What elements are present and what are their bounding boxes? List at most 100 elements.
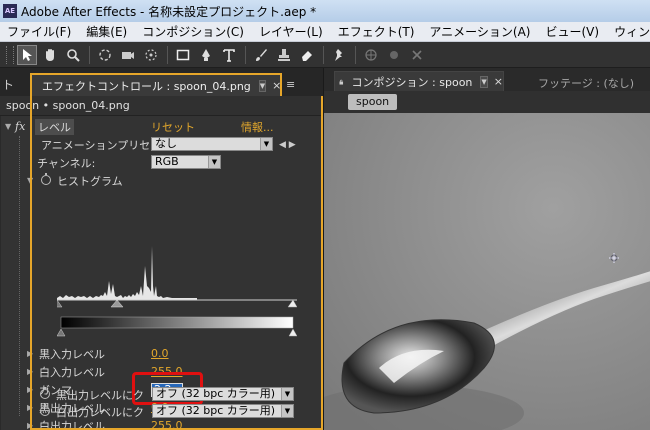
effect-controls-panel: ト エフェクトコントロール : spoon_04.png ▼ × ≡ spoon… — [0, 68, 323, 430]
composition-viewer[interactable] — [324, 113, 650, 430]
toolbar-divider — [323, 45, 324, 64]
clip-white-value: オフ (32 bpc カラー用) — [156, 404, 276, 417]
animation-preset-value: なし — [155, 137, 177, 150]
collapse-triangle-icon[interactable]: ▼ — [5, 122, 11, 131]
clip-black-value: オフ (32 bpc カラー用) — [156, 387, 276, 400]
composition-panel: コンポジション : spoon ▼ × フッテージ : (なし) spoon — [323, 68, 650, 430]
composition-tab[interactable]: コンポジション : spoon ▼ × — [334, 71, 504, 91]
effect-controls-tab-bar: ト エフェクトコントロール : spoon_04.png ▼ × ≡ — [0, 68, 323, 96]
hand-tool-icon[interactable] — [40, 45, 60, 65]
puppet-pin-tool-icon[interactable] — [329, 45, 349, 65]
stopwatch-icon[interactable] — [40, 387, 50, 399]
eraser-tool-icon[interactable] — [297, 45, 317, 65]
expand-triangle-icon[interactable]: ▶ — [27, 349, 33, 358]
clip-black-label: 黒出力レベルにク — [56, 388, 144, 402]
chevron-down-icon[interactable]: ▼ — [480, 75, 488, 88]
channel-value: RGB — [155, 155, 179, 168]
composition-name-button[interactable]: spoon — [348, 94, 398, 110]
menu-animation[interactable]: アニメーション(A) — [429, 23, 530, 40]
clone-stamp-tool-icon[interactable] — [274, 45, 294, 65]
effect-controls-tab[interactable]: エフェクトコントロール : spoon_04.png ▼ × — [30, 73, 282, 96]
composition-tab-label: コンポジション : spoon — [351, 75, 473, 89]
menu-window[interactable]: ウィン — [614, 23, 650, 40]
composition-nav-bar: spoon — [324, 91, 650, 113]
output-white-value[interactable]: 255.0 — [151, 419, 183, 430]
histogram-row[interactable]: ▼ ヒストグラム — [1, 172, 321, 189]
pen-tool-icon[interactable] — [196, 45, 216, 65]
chevron-down-icon[interactable]: ▼ — [258, 79, 267, 92]
menu-file[interactable]: ファイル(F) — [7, 23, 71, 40]
axis-mode-icon[interactable] — [361, 45, 381, 65]
stopwatch-icon[interactable] — [40, 404, 50, 416]
effect-controls-list: ▼ fx レベル リセット 情報... アニメーションプリセット なし ▼ ◀ … — [0, 116, 323, 430]
chevron-down-icon: ▼ — [208, 156, 220, 168]
menu-edit[interactable]: 編集(E) — [86, 23, 127, 40]
close-icon[interactable]: × — [272, 79, 281, 92]
input-black-label: 黒入力レベル — [39, 347, 105, 361]
input-white-marker — [287, 299, 297, 308]
menu-composition[interactable]: コンポジション(C) — [142, 23, 244, 40]
toolbar-divider — [245, 45, 246, 64]
reset-link[interactable]: リセット — [151, 119, 195, 135]
histogram-graph[interactable] — [57, 226, 297, 308]
clip-black-row: 黒出力レベルにク オフ (32 bpc カラー用) ▼ — [0, 386, 320, 403]
spoon-image — [324, 113, 650, 430]
output-white-marker — [288, 328, 297, 337]
effect-header-row[interactable]: ▼ fx レベル リセット 情報... — [1, 118, 321, 135]
toolbar-divider — [167, 45, 168, 64]
rotation-tool-icon[interactable] — [95, 45, 115, 65]
chevron-down-icon: ▼ — [281, 405, 293, 417]
fx-toggle-icon[interactable]: fx — [15, 120, 25, 133]
panel-grip[interactable] — [6, 45, 14, 64]
histogram-curve — [57, 246, 197, 300]
effect-controls-tab-label: エフェクトコントロール : spoon_04.png — [42, 79, 251, 93]
panel-menu-icon[interactable]: ≡ — [286, 78, 304, 91]
animation-preset-dropdown[interactable]: なし ▼ — [151, 137, 273, 151]
close-icon[interactable]: × — [494, 75, 503, 88]
view-axis-icon[interactable] — [407, 45, 427, 65]
clip-white-label: 白出力レベルにク — [56, 405, 144, 419]
zoom-tool-icon[interactable] — [63, 45, 83, 65]
histogram-label: ヒストグラム — [57, 174, 123, 188]
tools-panel — [0, 42, 650, 68]
channel-label: チャンネル: — [37, 156, 96, 170]
effect-name: レベル — [35, 118, 74, 135]
toolbar-divider — [89, 45, 90, 64]
about-link[interactable]: 情報... — [241, 119, 274, 135]
input-black-value[interactable]: 0.0 — [151, 347, 169, 360]
expand-triangle-icon[interactable]: ▶ — [27, 421, 33, 430]
clip-white-row: 白出力レベルにク オフ (32 bpc カラー用) ▼ — [0, 403, 320, 420]
chevron-down-icon: ▼ — [281, 388, 293, 400]
expand-triangle-icon[interactable]: ▶ — [27, 367, 33, 376]
chevron-down-icon: ▼ — [260, 138, 272, 150]
param-row-input-black[interactable]: ▶ 黒入力レベル 0.0 — [1, 345, 321, 362]
composition-tab-bar: コンポジション : spoon ▼ × フッテージ : (なし) — [324, 68, 650, 91]
menu-layer[interactable]: レイヤー(L) — [259, 23, 323, 40]
selection-tool-icon[interactable] — [17, 44, 37, 65]
input-gamma-marker — [110, 299, 124, 308]
camera-tool-icon[interactable] — [118, 45, 138, 65]
window-title: Adobe After Effects - 名称未設定プロジェクト.aep * — [21, 4, 317, 19]
pan-behind-tool-icon[interactable] — [141, 45, 161, 65]
stopwatch-icon[interactable] — [41, 173, 51, 185]
menu-bar: ファイル(F) 編集(E) コンポジション(C) レイヤー(L) エフェクト(T… — [0, 22, 650, 42]
clip-black-dropdown[interactable]: オフ (32 bpc カラー用) ▼ — [152, 387, 294, 401]
world-axis-icon[interactable] — [384, 45, 404, 65]
rectangle-tool-icon[interactable] — [173, 45, 193, 65]
footage-tab[interactable]: フッテージ : (なし) — [538, 75, 634, 91]
menu-view[interactable]: ビュー(V) — [545, 23, 599, 40]
title-bar: AE Adobe After Effects - 名称未設定プロジェクト.aep… — [0, 0, 650, 22]
output-black-marker — [57, 328, 66, 337]
brush-tool-icon[interactable] — [251, 45, 271, 65]
channel-row: チャンネル: RGB ▼ — [1, 154, 321, 171]
clip-white-dropdown[interactable]: オフ (32 bpc カラー用) ▼ — [152, 404, 294, 418]
project-tab[interactable]: ト — [0, 76, 26, 96]
channel-dropdown[interactable]: RGB ▼ — [151, 155, 221, 169]
lock-icon[interactable] — [339, 77, 344, 87]
preset-nav-arrows-icon[interactable]: ◀ ▶ — [279, 140, 296, 150]
menu-effect[interactable]: エフェクト(T) — [338, 23, 415, 40]
layer-breadcrumb: spoon • spoon_04.png — [0, 96, 323, 116]
type-tool-icon[interactable] — [219, 45, 239, 65]
collapse-triangle-icon[interactable]: ▼ — [27, 176, 33, 185]
output-gradient-bar[interactable] — [57, 316, 297, 338]
